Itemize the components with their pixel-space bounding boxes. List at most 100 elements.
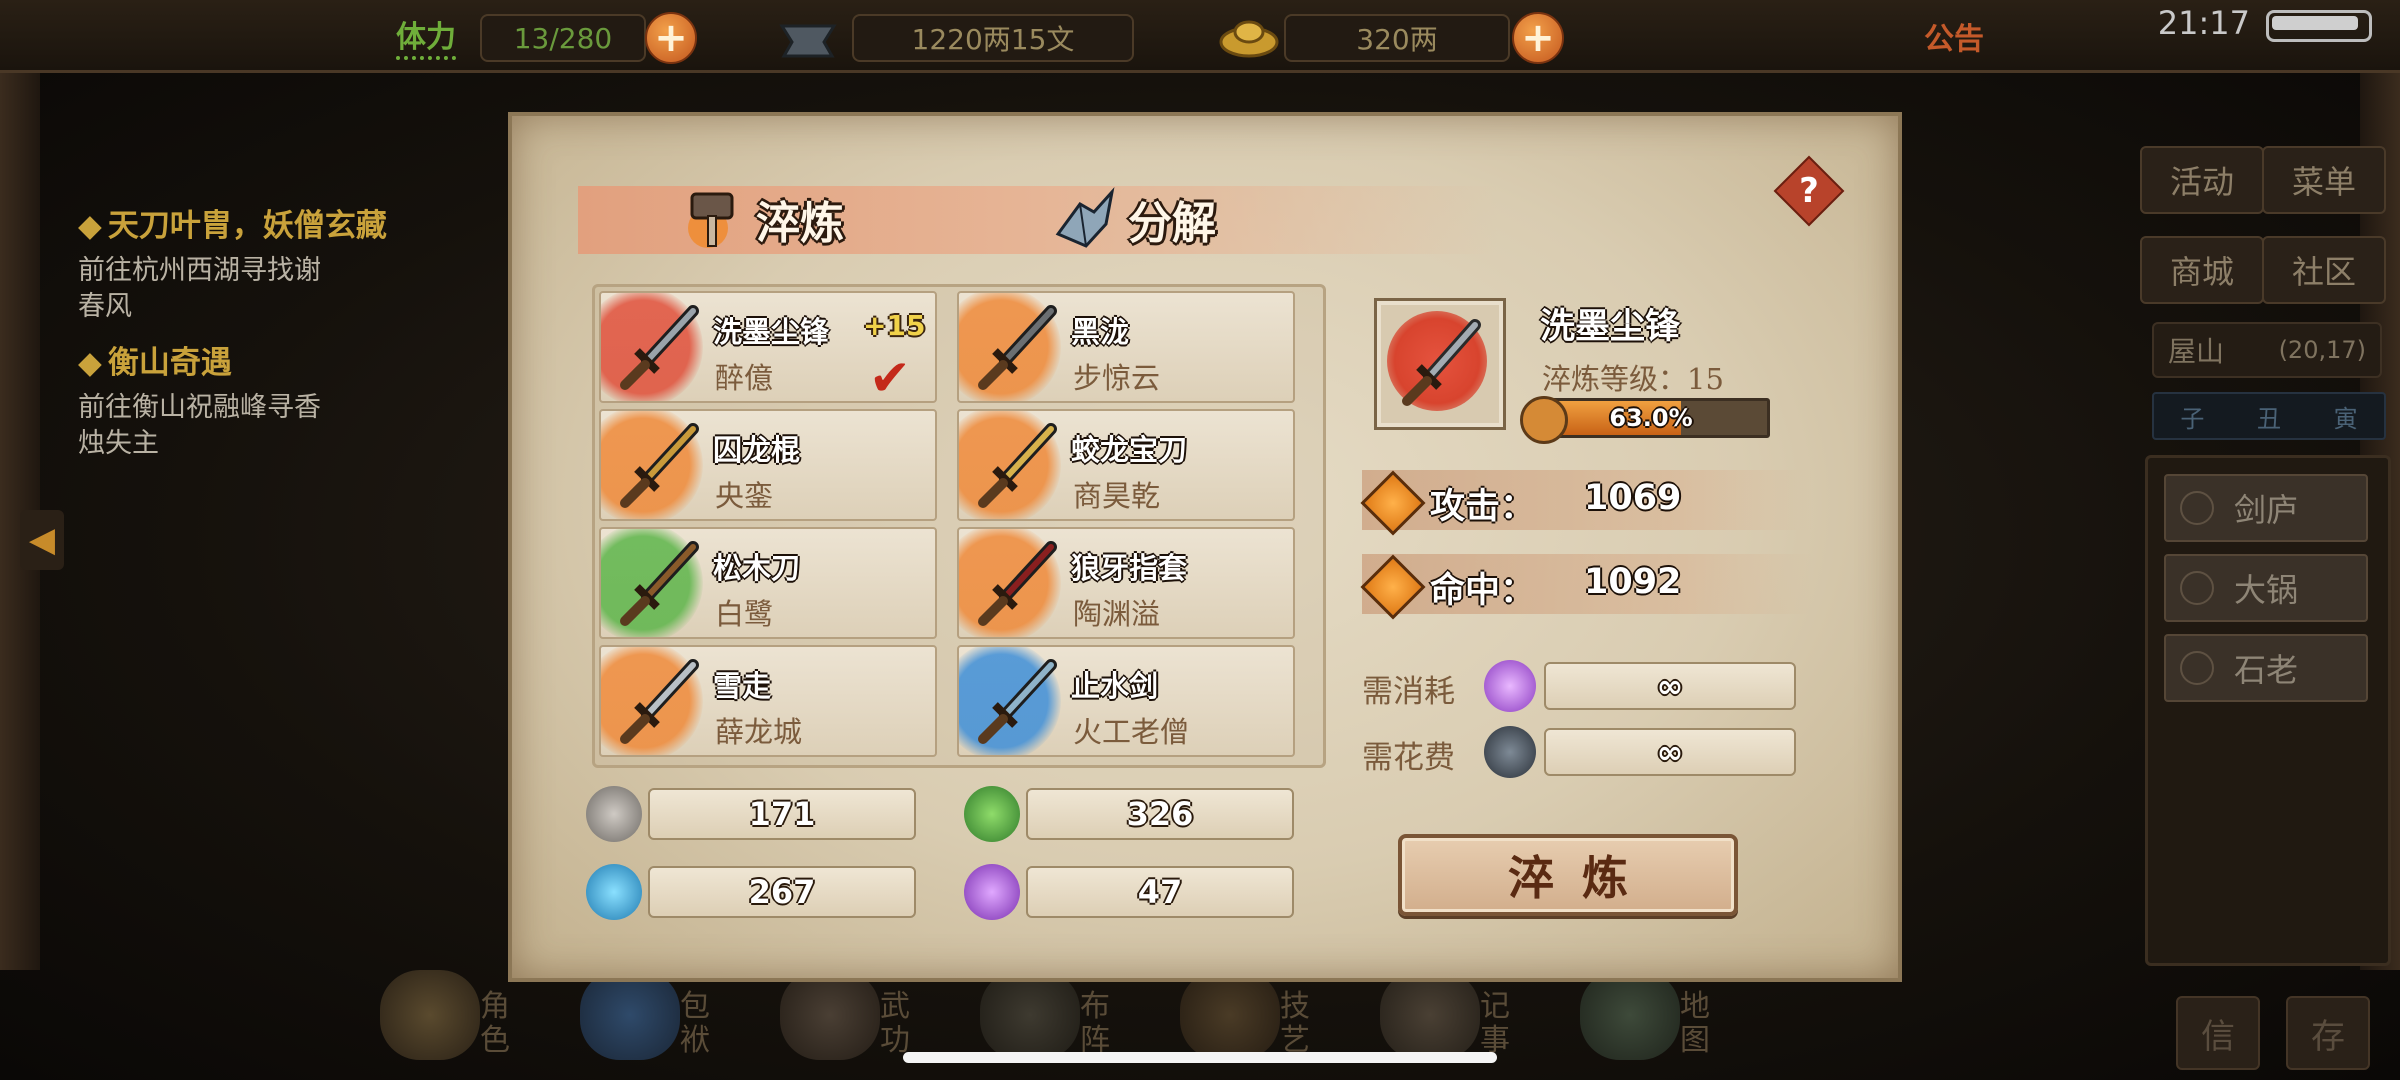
npc-label: 剑庐: [2233, 491, 2298, 529]
resource-value: 326: [1026, 788, 1294, 840]
hour-label: 丑: [2256, 404, 2281, 433]
equipment-item[interactable]: 蛟龙宝刀 商昊乾: [957, 409, 1295, 521]
quest-desc: 烛失主: [78, 428, 159, 459]
broken-armor-icon: [1055, 187, 1115, 248]
cost-row: 需花费 ∞: [1362, 726, 1802, 778]
weapon-icon: [620, 423, 699, 508]
location-name: 屋山: [2168, 335, 2225, 368]
item-name: 狼牙指套: [1071, 551, 1188, 585]
equipment-item[interactable]: 狼牙指套 陶渊溢: [957, 527, 1295, 639]
person-icon: [2180, 571, 2214, 605]
weapon-icon: [978, 659, 1057, 744]
quest-item[interactable]: ◆ 衡山奇遇 前往衡山祝融峰寻香 烛失主: [78, 337, 478, 462]
top-bar: 体力 13/280 + 1220两15文 320两 + 公告 21:17: [0, 0, 2400, 73]
stamina-value: 13/280: [480, 14, 646, 62]
mail-button[interactable]: 信: [2176, 996, 2260, 1070]
triangle-left-icon: ◀: [28, 520, 56, 560]
nav-label: 布: [1080, 989, 1110, 1024]
equipment-item[interactable]: 洗墨尘锋 醉億 +15 ✔: [599, 291, 937, 403]
bagua-icon: [980, 970, 1080, 1060]
attack-stat: 攻击： 1069: [1360, 470, 1812, 536]
diamond-icon: ◆: [78, 345, 102, 381]
add-gold-button[interactable]: +: [1512, 12, 1564, 64]
nav-label: 角: [480, 989, 510, 1024]
npc-panel: 剑庐 大锅 石老: [2145, 455, 2391, 966]
gray-ore-icon: [586, 786, 642, 842]
sword-icon: [1402, 319, 1481, 406]
purple-ore-icon: [1484, 660, 1536, 712]
gold-ingot-icon: [1219, 20, 1279, 58]
character-icon: [380, 970, 480, 1060]
green-ore-icon: [964, 786, 1020, 842]
equipment-item[interactable]: 止水剑 火工老僧: [957, 645, 1295, 757]
equipment-item[interactable]: 囚龙棍 央銮: [599, 409, 937, 521]
weapon-icon: [978, 423, 1057, 508]
resource-value: 47: [1026, 866, 1294, 918]
shop-button[interactable]: 商城: [2140, 236, 2264, 304]
blue-ore-icon: [586, 864, 642, 920]
npc-label: 石老: [2233, 651, 2298, 689]
item-owner: 醉億: [715, 361, 774, 395]
activity-button[interactable]: 活动: [2140, 146, 2264, 214]
item-owner: 央銮: [715, 479, 774, 513]
item-name: 雪走: [713, 669, 772, 703]
quest-title: 天刀叶胄，妖僧玄藏: [107, 208, 387, 244]
cost-label: 需花费: [1362, 740, 1455, 776]
diamond-icon: ◆: [78, 208, 102, 244]
time-bar: 子 丑 寅: [2152, 392, 2386, 440]
npc-button[interactable]: 石老: [2164, 634, 2368, 702]
tab-refine[interactable]: 淬炼: [678, 178, 844, 260]
tab-decompose[interactable]: 分解: [1050, 178, 1216, 260]
quest-desc: 春风: [78, 291, 132, 322]
equipment-grid: 洗墨尘锋 醉億 +15 ✔ 黑泷 步惊云 囚龙棍 央銮 蛟龙宝刀 商昊乾 松木刀 白鹭 狼牙指套 陶渊溢雪…: [592, 284, 1326, 768]
location-coords: (20,17): [2278, 336, 2366, 364]
teapot-icon: [1180, 970, 1280, 1060]
silver-value: 1220两15文: [852, 14, 1134, 62]
item-owner: 陶渊溢: [1073, 597, 1161, 631]
purple-ore-icon: [964, 864, 1020, 920]
save-button[interactable]: 存: [2286, 996, 2370, 1070]
help-button[interactable]: ?: [1773, 155, 1845, 227]
nav-label: 记: [1480, 989, 1510, 1024]
item-name: 松木刀: [713, 551, 801, 585]
silver-icon: [1484, 726, 1536, 778]
equipment-item[interactable]: 黑泷 步惊云: [957, 291, 1295, 403]
hammer-icon: [688, 192, 734, 248]
community-button[interactable]: 社区: [2262, 236, 2386, 304]
item-name: 止水剑: [1071, 669, 1159, 703]
npc-button[interactable]: 大锅: [2164, 554, 2368, 622]
collapse-left-button[interactable]: ◀: [20, 510, 64, 570]
resource-green: 326: [964, 786, 1294, 842]
menu-button[interactable]: 菜单: [2262, 146, 2386, 214]
battery-icon: [2266, 10, 2372, 42]
house-icon: [2180, 491, 2214, 525]
weapon-icon: [620, 659, 699, 744]
book-icon: [780, 970, 880, 1060]
scroll-icon: [1380, 970, 1480, 1060]
attack-label: 攻击：: [1430, 486, 1536, 527]
attack-value: 1069: [1584, 478, 1682, 518]
nav-label: 图: [1680, 1023, 1710, 1058]
tab-decompose-label: 分解: [1128, 198, 1216, 249]
quest-item[interactable]: ◆ 天刀叶胄，妖僧玄藏 前往杭州西湖寻找谢 春风: [78, 200, 478, 325]
npc-label: 大锅: [2233, 571, 2298, 609]
refine-button[interactable]: 淬炼: [1398, 834, 1738, 916]
nav-label: 包: [680, 989, 710, 1024]
location-display[interactable]: 屋山 (20,17): [2152, 322, 2382, 378]
resource-value: 267: [648, 866, 916, 918]
equipment-item[interactable]: 雪走 薛龙城: [599, 645, 937, 757]
resource-blue: 267: [586, 864, 916, 920]
quest-list: ◆ 天刀叶胄，妖僧玄藏 前往杭州西湖寻找谢 春风 ◆ 衡山奇遇 前往衡山祝融峰寻香 烛失…: [78, 200, 478, 474]
add-stamina-button[interactable]: +: [645, 12, 697, 64]
item-owner: 白鹭: [715, 597, 774, 631]
resource-value: 171: [648, 788, 916, 840]
npc-button[interactable]: 剑庐: [2164, 474, 2368, 542]
nav-label: 武: [880, 989, 910, 1024]
selected-item-portrait: [1374, 298, 1506, 430]
refine-dialog: 淬炼 分解 ? 洗墨尘锋 醉億 +15 ✔ 黑泷 步惊云 囚龙棍 央銮 蛟龙宝刀 商昊乾松木刀白鹭…: [508, 112, 1902, 982]
diamond-icon: [1360, 470, 1426, 536]
hammer-badge-icon: [1520, 396, 1568, 444]
cost-value: ∞: [1544, 728, 1796, 776]
notice-button[interactable]: 公告: [1924, 14, 1984, 58]
equipment-item[interactable]: 松木刀 白鹭: [599, 527, 937, 639]
